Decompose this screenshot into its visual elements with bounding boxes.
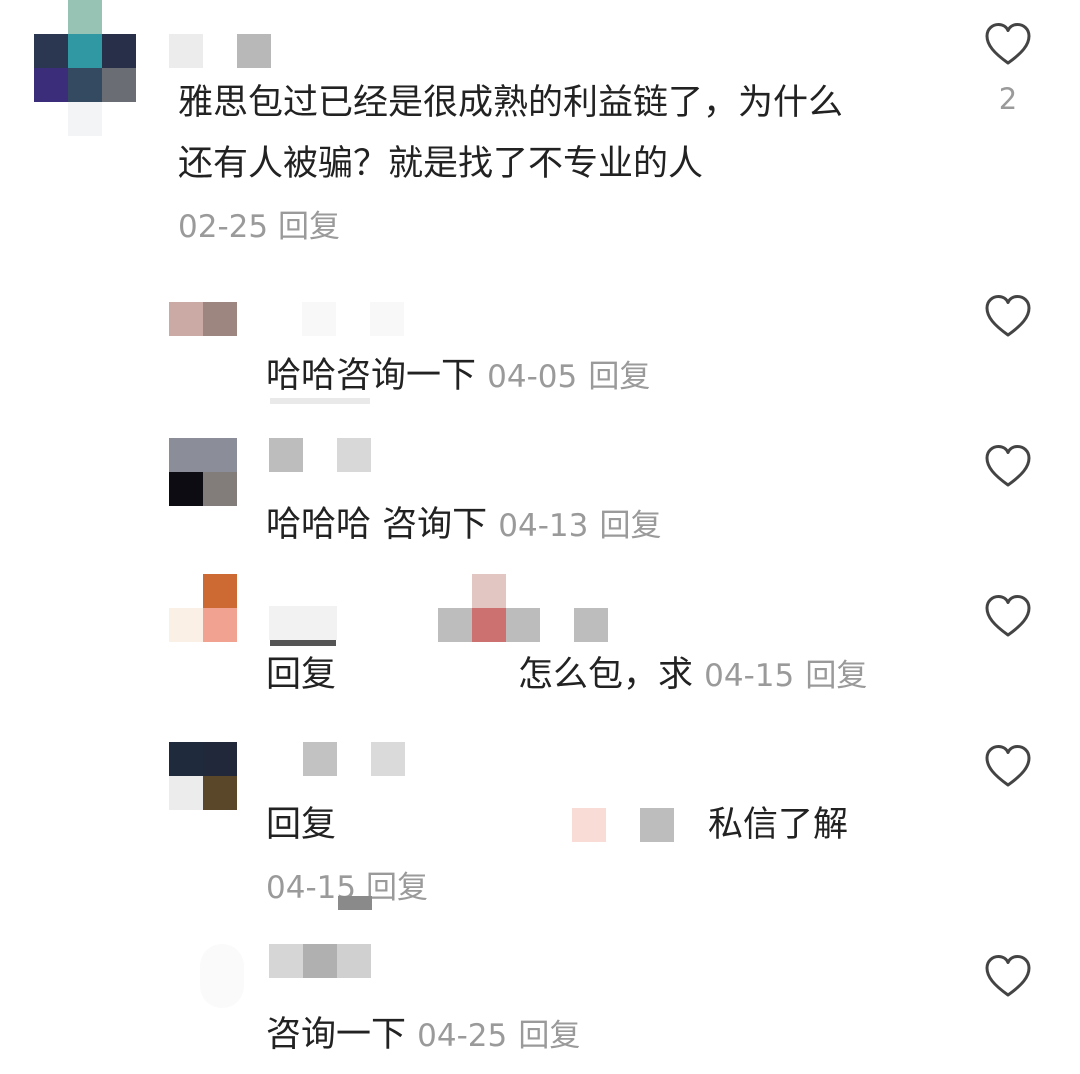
reply-button[interactable]: 回复 — [366, 870, 428, 906]
reply-date: 04-15 — [704, 658, 795, 694]
username[interactable] — [269, 944, 371, 978]
redacted-mention-block — [572, 808, 674, 842]
reply-text-line: 回复 私信了解 — [266, 800, 848, 850]
heart-outline-icon — [985, 745, 1031, 787]
heart-outline-icon — [985, 955, 1031, 997]
redaction-mark — [270, 640, 336, 646]
heart-outline-icon — [985, 595, 1031, 637]
username[interactable] — [269, 438, 371, 472]
reply-button[interactable]: 回复 — [600, 508, 662, 544]
redacted-mention-block — [438, 574, 608, 642]
reply-button[interactable]: 回复 — [805, 658, 867, 694]
reply-prefix: 回复 — [266, 805, 337, 845]
reply-text-line: 哈哈咨询一下 04-05 回复 — [266, 351, 650, 402]
reply-button[interactable]: 回复 — [588, 359, 650, 395]
avatar[interactable] — [34, 0, 136, 136]
comment-date: 02-25 — [178, 209, 269, 245]
reply-text-line: 回复 怎么包，求 04-15 回复 — [266, 650, 867, 701]
username[interactable] — [303, 742, 405, 776]
heart-outline-icon — [985, 295, 1031, 337]
avatar[interactable] — [169, 742, 237, 810]
reply-date: 04-13 — [498, 508, 589, 544]
like-button[interactable] — [984, 594, 1032, 638]
username[interactable] — [269, 606, 337, 640]
reply-button[interactable]: 回复 — [278, 209, 340, 245]
redaction-mark — [338, 896, 372, 910]
like-button[interactable] — [984, 22, 1032, 66]
avatar[interactable] — [169, 302, 237, 336]
like-count: 2 — [998, 82, 1018, 116]
username[interactable] — [302, 302, 404, 336]
reply-date: 04-05 — [487, 359, 578, 395]
comment-meta: 02-25 回复 — [178, 207, 340, 247]
username[interactable] — [169, 34, 271, 68]
reply-text-line: 哈哈哈 咨询下 04-13 回复 — [266, 500, 662, 551]
reply-text: 怎么包，求 — [518, 655, 694, 695]
reply-date: 04-25 — [417, 1018, 508, 1054]
like-button[interactable] — [984, 294, 1032, 338]
comment-text: 雅思包过已经是很成熟的利益链了，为什么 还有人被骗？就是找了不专业的人 — [178, 83, 844, 184]
avatar[interactable] — [169, 438, 237, 506]
heart-outline-icon — [985, 23, 1031, 65]
like-button[interactable] — [984, 954, 1032, 998]
reply-text: 哈哈咨询一下 — [266, 356, 477, 396]
avatar[interactable] — [169, 574, 237, 642]
reply-prefix: 回复 — [266, 655, 337, 695]
reply-text: 哈哈哈 咨询下 — [266, 505, 488, 545]
reply-text: 私信了解 — [708, 805, 849, 845]
avatar[interactable] — [200, 944, 244, 1008]
like-button[interactable] — [984, 744, 1032, 788]
redaction-mark — [270, 398, 370, 404]
reply-text: 咨询一下 — [266, 1015, 407, 1055]
reply-text-line: 咨询一下 04-25 回复 — [266, 1010, 580, 1061]
heart-outline-icon — [985, 445, 1031, 487]
like-button[interactable] — [984, 444, 1032, 488]
reply-button[interactable]: 回复 — [518, 1018, 580, 1054]
